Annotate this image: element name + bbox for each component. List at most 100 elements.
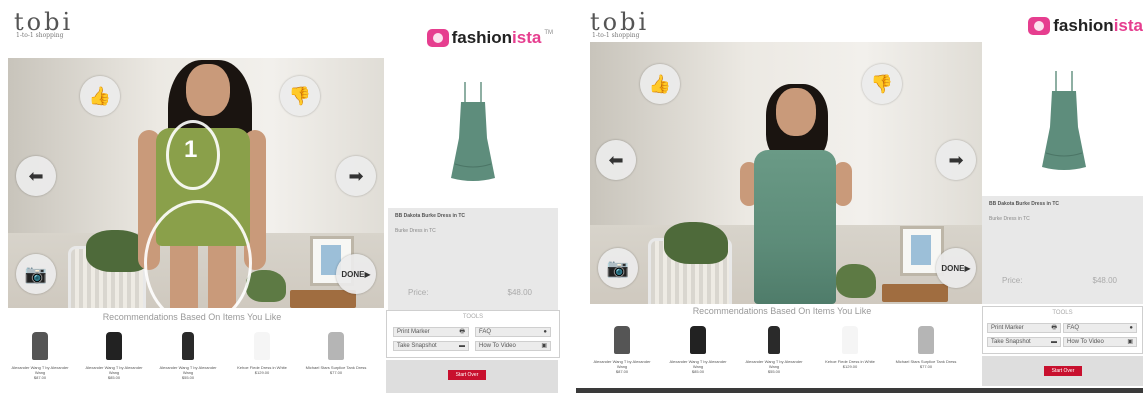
- print-marker-button[interactable]: Print Marker 🖶: [987, 323, 1061, 333]
- recommendation-price: $129.00: [254, 370, 270, 375]
- price-value: $48.00: [1092, 276, 1117, 285]
- snapshot-icon: ▬: [459, 343, 465, 349]
- panel-gutter: [567, 0, 576, 393]
- thumbs-up-button[interactable]: 👍: [640, 64, 680, 104]
- take-snapshot-button[interactable]: Take Snapshot ▬: [987, 337, 1061, 347]
- done-label: DONE: [941, 263, 965, 273]
- recommendation-price: $87.00: [615, 369, 629, 374]
- camera-button[interactable]: 📷: [16, 254, 56, 294]
- person-arm-right: [834, 162, 852, 206]
- chat-icon: ●: [1129, 325, 1133, 331]
- start-over-area: Start Over: [982, 356, 1143, 386]
- how-to-video-label: How To Video: [1067, 339, 1104, 345]
- thumbs-up-button[interactable]: 👍: [80, 76, 120, 116]
- done-button[interactable]: DONE ▶: [936, 248, 976, 288]
- recommendation-thumb: [690, 326, 706, 354]
- tools-panel: TOOLS Print Marker 🖶 FAQ ● Take Snapshot ▬ …: [386, 310, 560, 358]
- product-name: BB Dakota Burke Dress in TC: [395, 213, 466, 219]
- camera-video-feed: 1 👍 👎 ⬅ ➡ 📷 DONE ▶: [8, 58, 384, 308]
- done-button[interactable]: DONE ▶: [336, 254, 376, 294]
- thumbs-up-icon: 👍: [648, 73, 672, 94]
- how-to-video-button[interactable]: How To Video ▣: [475, 341, 551, 351]
- start-over-button[interactable]: Start Over: [448, 370, 486, 380]
- recommendation-thumb: [842, 326, 858, 354]
- print-marker-button[interactable]: Print Marker 🖶: [393, 327, 469, 337]
- recommendation-item[interactable]: Alexander Wang T by Alexander Wang $85.0…: [664, 322, 732, 384]
- video-icon: ▣: [541, 343, 547, 349]
- person-head: [186, 64, 230, 116]
- screenshot-panel-left: tobi 1-to-1 shopping fashionista TM 1 👍 …: [0, 0, 567, 393]
- recommendation-price: $77.00: [329, 370, 343, 375]
- next-button[interactable]: ➡: [936, 140, 976, 180]
- print-marker-label: Print Marker: [397, 329, 430, 335]
- product-name: BB Dakota Burke Dress in TC: [989, 201, 1060, 207]
- take-snapshot-button[interactable]: Take Snapshot ▬: [393, 341, 469, 351]
- side-table: [882, 284, 948, 302]
- thumbs-down-button[interactable]: 👎: [280, 76, 320, 116]
- left-arrow-icon: ⬅: [608, 149, 624, 170]
- recommendation-item[interactable]: Alexander Wang T by Alexander Wang $55.0…: [154, 328, 222, 390]
- right-arrow-icon: ➡: [948, 149, 964, 170]
- print-marker-label: Print Marker: [991, 325, 1024, 331]
- recommendation-item[interactable]: Michael Stars Surplice Tank Dress $77.00: [302, 328, 370, 390]
- play-icon: ▶: [964, 263, 971, 273]
- brand-name: tobi: [590, 8, 650, 36]
- camera-button[interactable]: 📷: [598, 248, 638, 288]
- fashionista-tm: TM: [544, 30, 553, 36]
- printer-icon: 🖶: [459, 329, 465, 335]
- next-button[interactable]: ➡: [336, 156, 376, 196]
- how-to-video-button[interactable]: How To Video ▣: [1063, 337, 1137, 347]
- recommendations-panel: Recommendations Based On Items You Like …: [0, 310, 384, 393]
- recommendation-price: $87.00: [33, 375, 47, 380]
- recommendation-thumb: [614, 326, 630, 354]
- product-info-panel: BB Dakota Burke Dress in TC Burke Dress …: [982, 196, 1143, 304]
- recommendation-name: Alexander Wang T by Alexander Wang: [669, 359, 727, 369]
- product-info-panel: BB Dakota Burke Dress in TC Burke Dress …: [388, 208, 558, 310]
- price-label: Price:: [408, 288, 429, 297]
- recommendation-item[interactable]: Alexander Wang T by Alexander Wang $55.0…: [740, 322, 808, 384]
- recommendation-thumb: [254, 332, 270, 360]
- video-icon: ▣: [1127, 339, 1133, 345]
- recommendation-name: Alexander Wang T by Alexander Wang: [85, 365, 143, 375]
- faq-button[interactable]: FAQ ●: [1063, 323, 1137, 333]
- camera-icon: 📷: [24, 263, 48, 284]
- recommendation-item[interactable]: Michael Stars Surplice Tank Dress $77.00: [892, 322, 960, 384]
- plant: [664, 222, 728, 264]
- tools-panel: TOOLS Print Marker 🖶 FAQ ● Take Snapshot ▬ …: [982, 306, 1143, 354]
- thumbs-down-icon: 👎: [288, 85, 312, 106]
- previous-button[interactable]: ⬅: [596, 140, 636, 180]
- product-image: [388, 58, 558, 208]
- fashionista-name: fashionista: [1053, 16, 1143, 35]
- printer-icon: 🖶: [1051, 325, 1057, 331]
- recommendation-name: Alexander Wang T by Alexander Wang: [593, 359, 651, 369]
- camera-video-feed: 👍 👎 ⬅ ➡ 📷 DONE ▶: [590, 42, 982, 304]
- faq-label: FAQ: [1067, 325, 1080, 331]
- fashionista-logo: fashionista TM: [426, 28, 553, 48]
- recommendation-thumb: [768, 326, 780, 354]
- recommendation-price: $55.00: [767, 369, 781, 374]
- play-icon: ▶: [364, 269, 371, 279]
- take-snapshot-label: Take Snapshot: [397, 343, 437, 349]
- product-description: Burke Dress in TC: [989, 216, 1030, 222]
- recommendation-item[interactable]: Kehoe Fiede Dress in White $129.00: [228, 328, 296, 390]
- fashionista-logo: fashionista: [1028, 16, 1143, 36]
- thumbs-down-button[interactable]: 👎: [862, 64, 902, 104]
- product-description: Burke Dress in TC: [395, 228, 436, 234]
- tobi-logo: tobi 1-to-1 shopping: [14, 10, 73, 39]
- recommendation-item[interactable]: Kehoe Fiede Dress in White $129.00: [816, 322, 884, 384]
- product-image: [984, 42, 1143, 202]
- tools-title: TOOLS: [1052, 310, 1073, 316]
- start-over-area: Start Over: [386, 360, 558, 393]
- recommendation-price: $77.00: [919, 364, 933, 369]
- recommendation-item[interactable]: Alexander Wang T by Alexander Wang $85.0…: [80, 328, 148, 390]
- recommendation-item[interactable]: Alexander Wang T by Alexander Wang $87.0…: [6, 328, 74, 390]
- product-dress-image: [1041, 71, 1086, 170]
- faq-button[interactable]: FAQ ●: [475, 327, 551, 337]
- previous-button[interactable]: ⬅: [16, 156, 56, 196]
- fashionista-logo-icon: [1028, 17, 1051, 35]
- recommendation-thumb: [328, 332, 344, 360]
- plant-small: [836, 264, 876, 298]
- recommendation-item[interactable]: Alexander Wang T by Alexander Wang $87.0…: [588, 322, 656, 384]
- start-over-button[interactable]: Start Over: [1044, 366, 1082, 376]
- recommendation-thumb: [182, 332, 194, 360]
